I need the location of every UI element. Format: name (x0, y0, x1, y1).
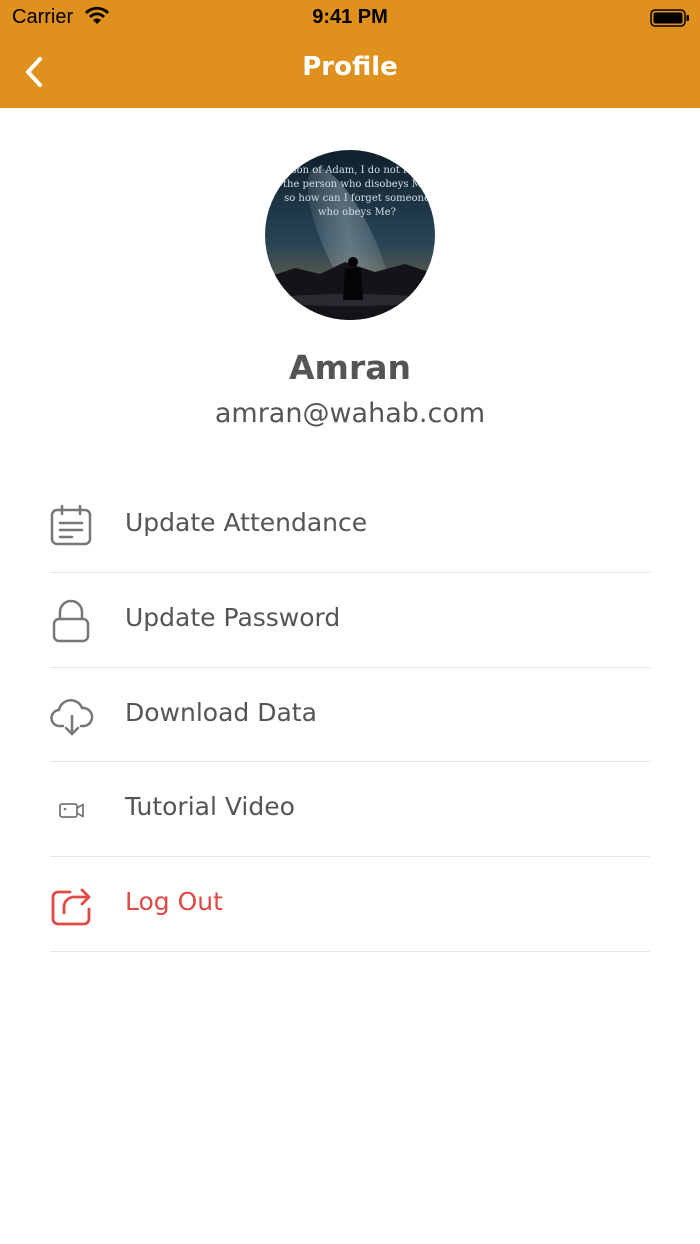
battery-icon (650, 9, 689, 27)
logout-icon (51, 888, 91, 926)
page-title: Profile (302, 52, 398, 82)
profile-name: Amran (289, 348, 411, 387)
menu-item-label: Download Data (125, 697, 317, 727)
cloud-download-icon (50, 698, 94, 735)
status-bar: Carrier 9:41 PM (0, 0, 700, 36)
avatar-quote: O son of Adam, I do not forget the perso… (280, 165, 434, 218)
clock: 9:41 PM (312, 6, 388, 28)
profile-email: amran@wahab.com (214, 398, 486, 429)
menu-item-label: Update Password (125, 602, 341, 632)
avatar[interactable]: O son of Adam, I do not forget the perso… (265, 150, 435, 320)
menu-item-label: Tutorial Video (125, 792, 295, 822)
menu-item-update-attendance[interactable]: Update Attendance (50, 478, 650, 573)
menu-item-log-out[interactable]: Log Out (50, 857, 650, 952)
video-camera-icon (59, 803, 84, 819)
profile-menu: Update Attendance Update Password Downlo… (50, 478, 650, 952)
calendar-icon (50, 504, 92, 546)
menu-item-tutorial-video[interactable]: Tutorial Video (50, 762, 650, 857)
header-bar: Carrier 9:41 PM Profile (0, 0, 700, 108)
menu-item-label: Update Attendance (125, 508, 368, 537)
menu-item-update-password[interactable]: Update Password (50, 573, 650, 668)
menu-item-download-data[interactable]: Download Data (50, 668, 650, 763)
lock-icon (52, 599, 90, 642)
menu-item-label: Log Out (125, 887, 223, 916)
